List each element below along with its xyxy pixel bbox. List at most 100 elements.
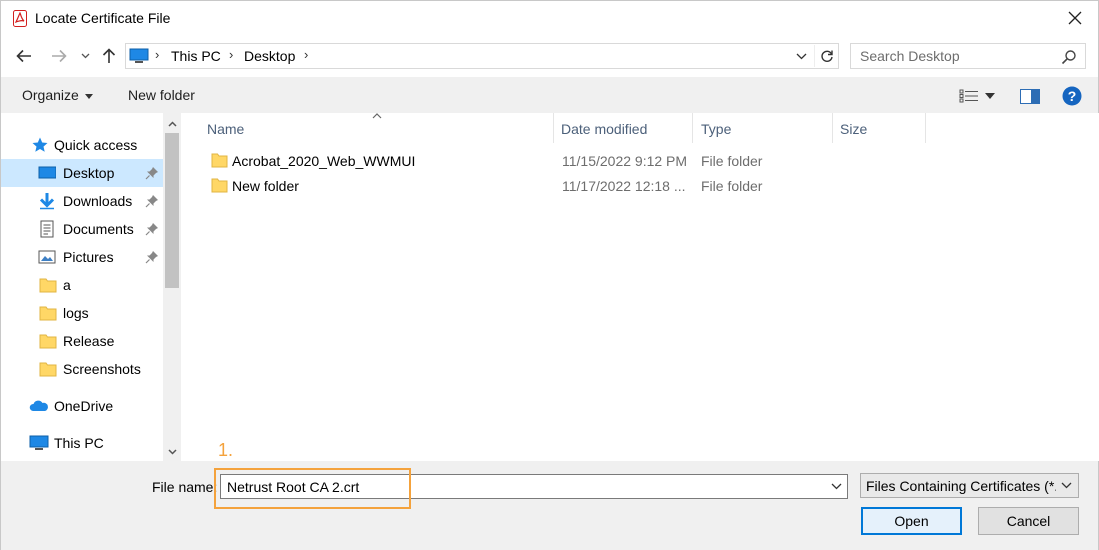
close-icon <box>1068 11 1082 25</box>
sidebar-item-label: Desktop <box>63 165 115 181</box>
sidebar-item-label: Documents <box>63 221 134 237</box>
folder-icon <box>39 306 57 321</box>
folder-icon <box>39 278 57 293</box>
breadcrumb-separator-icon: › <box>155 47 160 62</box>
computer-icon <box>129 48 149 63</box>
details-view-icon <box>959 89 978 103</box>
file-type: File folder <box>701 178 763 194</box>
breadcrumb-this-pc[interactable]: This PC <box>171 48 221 64</box>
title-bar: Locate Certificate File <box>1 1 1098 36</box>
file-date-modified: 11/17/2022 12:18 ... <box>562 178 686 194</box>
folder-icon <box>211 153 228 168</box>
preview-pane-icon <box>1020 88 1040 104</box>
column-header-date-modified[interactable]: Date modified <box>553 113 693 143</box>
organize-button[interactable]: Organize <box>22 87 93 103</box>
breadcrumb-separator-icon: › <box>229 47 234 62</box>
file-type-select[interactable]: Files Containing Certificates (*.c <box>860 473 1079 498</box>
file-name-label: File name: <box>152 479 218 495</box>
sidebar-item-downloads[interactable]: Downloads <box>1 187 163 215</box>
refresh-button[interactable] <box>814 45 838 67</box>
scroll-down-button[interactable] <box>163 443 181 461</box>
pin-icon <box>145 251 158 264</box>
file-name-dropdown-button[interactable] <box>828 478 844 494</box>
file-name-combobox[interactable] <box>220 474 848 499</box>
search-input[interactable] <box>851 44 1051 68</box>
download-icon <box>39 193 55 210</box>
sidebar-item-label: Release <box>63 333 115 349</box>
file-row[interactable]: New folder 11/17/2022 12:18 ... File fol… <box>207 174 927 198</box>
preview-pane-button[interactable] <box>1018 85 1042 107</box>
sidebar-item-onedrive[interactable]: OneDrive <box>1 392 163 420</box>
pin-icon <box>145 223 158 236</box>
help-icon: ? <box>1062 86 1082 106</box>
navigation-pane: Quick access Desktop Downloads Documents… <box>1 113 181 461</box>
chevron-down-icon <box>167 449 177 455</box>
sidebar-item-label: Pictures <box>63 249 114 265</box>
chevron-up-icon <box>167 121 177 127</box>
folder-icon <box>39 334 57 349</box>
star-icon <box>32 137 48 152</box>
chevron-down-icon <box>81 53 89 59</box>
sidebar-item-label: Quick access <box>54 137 138 153</box>
file-type-dropdown-button[interactable] <box>1060 478 1074 492</box>
refresh-icon <box>820 50 833 62</box>
sidebar-item-screenshots[interactable]: Screenshots <box>1 355 163 383</box>
sidebar-item-logs[interactable]: logs <box>1 299 163 327</box>
caret-down-icon <box>985 93 995 99</box>
acrobat-icon <box>13 10 27 27</box>
pin-icon <box>145 195 158 208</box>
file-name: Acrobat_2020_Web_WWMUI <box>232 153 416 169</box>
caret-down-icon <box>84 93 93 99</box>
scroll-up-button[interactable] <box>163 115 181 133</box>
file-type-select-value: Files Containing Certificates (*.c <box>866 478 1056 494</box>
locate-certificate-dialog: Locate Certificate File › This PC › Desk… <box>0 0 1099 550</box>
column-header-size[interactable]: Size <box>832 113 926 143</box>
arrow-up-icon <box>102 48 116 63</box>
file-date-modified: 11/15/2022 9:12 PM <box>562 153 688 169</box>
annotation-step-label: 1. <box>218 440 234 460</box>
file-row[interactable]: Acrobat_2020_Web_WWMUI 11/15/2022 9:12 P… <box>207 149 927 173</box>
open-button[interactable]: Open <box>861 507 962 535</box>
column-header-type[interactable]: Type <box>693 113 833 143</box>
search-icon[interactable] <box>1061 49 1077 65</box>
address-history-button[interactable] <box>790 45 812 67</box>
forward-button[interactable] <box>46 43 72 69</box>
file-list: Name Date modified Type Size Acrobat_202… <box>187 113 1099 461</box>
search-box[interactable] <box>850 43 1086 69</box>
chevron-down-icon <box>831 483 841 489</box>
sidebar-item-label: OneDrive <box>54 398 114 414</box>
back-button[interactable] <box>11 43 37 69</box>
file-name-input[interactable] <box>221 475 821 498</box>
sidebar-item-quick-access[interactable]: Quick access <box>1 131 163 159</box>
arrow-left-icon <box>16 49 31 63</box>
command-toolbar: Organize New folder ? <box>1 77 1098 113</box>
cancel-button[interactable]: Cancel <box>978 507 1079 535</box>
chevron-down-icon <box>796 53 806 59</box>
sidebar-item-this-pc[interactable]: This PC <box>1 429 163 457</box>
close-button[interactable] <box>1052 1 1098 35</box>
sidebar-item-label: Downloads <box>63 193 133 209</box>
change-view-button[interactable] <box>955 85 999 107</box>
window-title: Locate Certificate File <box>35 10 171 26</box>
new-folder-button[interactable]: New folder <box>128 87 195 103</box>
navigation-scrollbar[interactable] <box>163 113 181 461</box>
cloud-icon <box>29 400 48 411</box>
address-bar[interactable]: › This PC › Desktop › <box>125 43 839 69</box>
sidebar-item-a[interactable]: a <box>1 271 163 299</box>
computer-icon <box>29 435 49 450</box>
scrollbar-thumb[interactable] <box>165 133 179 288</box>
sidebar-item-documents[interactable]: Documents <box>1 215 163 243</box>
sidebar-item-pictures[interactable]: Pictures <box>1 243 163 271</box>
file-name: New folder <box>232 178 299 194</box>
sidebar-item-desktop[interactable]: Desktop <box>1 159 163 187</box>
file-type: File folder <box>701 153 763 169</box>
column-header-name[interactable]: Name <box>199 113 554 143</box>
recent-locations-button[interactable] <box>77 43 93 69</box>
sidebar-item-release[interactable]: Release <box>1 327 163 355</box>
up-button[interactable] <box>97 43 121 69</box>
help-button[interactable]: ? <box>1061 85 1083 107</box>
chevron-down-icon <box>1061 482 1072 489</box>
sidebar-item-label: a <box>63 277 71 293</box>
svg-text:?: ? <box>1068 88 1077 104</box>
breadcrumb-desktop[interactable]: Desktop <box>244 48 295 64</box>
